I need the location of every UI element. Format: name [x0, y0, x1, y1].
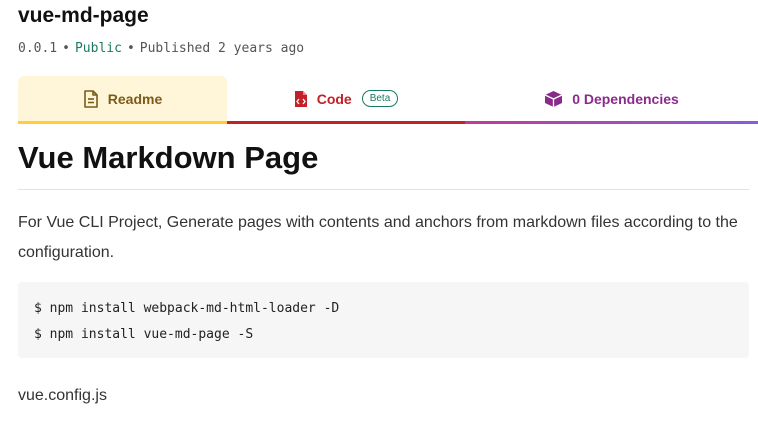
tab-readme-underline	[18, 121, 227, 124]
heading-divider	[18, 189, 749, 190]
tab-dependencies-label: 0 Dependencies	[572, 90, 679, 107]
package-meta: 0.0.1 • Public • Published 2 years ago	[18, 41, 304, 56]
box-icon	[544, 90, 563, 108]
beta-badge: Beta	[361, 90, 399, 107]
package-tabs: Readme Code Beta 0 Dependencies	[18, 76, 758, 124]
code-file-icon	[294, 90, 308, 108]
config-filename: vue.config.js	[18, 387, 107, 404]
published-label: Published 2 years ago	[139, 41, 305, 56]
tab-code-underline	[227, 121, 465, 124]
readme-heading: Vue Markdown Page	[18, 140, 319, 175]
package-version: 0.0.1	[18, 41, 58, 56]
package-title: vue-md-page	[18, 4, 149, 27]
meta-separator: •	[126, 41, 135, 56]
tab-readme-label: Readme	[107, 90, 163, 107]
tab-dependencies-underline	[465, 121, 758, 124]
meta-separator: •	[62, 41, 70, 56]
tab-dependencies[interactable]: 0 Dependencies	[465, 76, 758, 121]
tab-code-label: Code	[316, 90, 352, 107]
code-line: $ npm install vue-md-page -S	[34, 327, 254, 342]
tab-readme[interactable]: Readme	[18, 76, 227, 121]
file-text-icon	[83, 89, 99, 108]
code-block: $ npm install webpack-md-html-loader -D …	[18, 282, 749, 358]
visibility-label: Public	[74, 41, 122, 56]
tab-code[interactable]: Code Beta	[227, 76, 465, 121]
code-line: $ npm install webpack-md-html-loader -D	[34, 301, 340, 316]
readme-paragraph: For Vue CLI Project, Generate pages with…	[18, 214, 738, 261]
